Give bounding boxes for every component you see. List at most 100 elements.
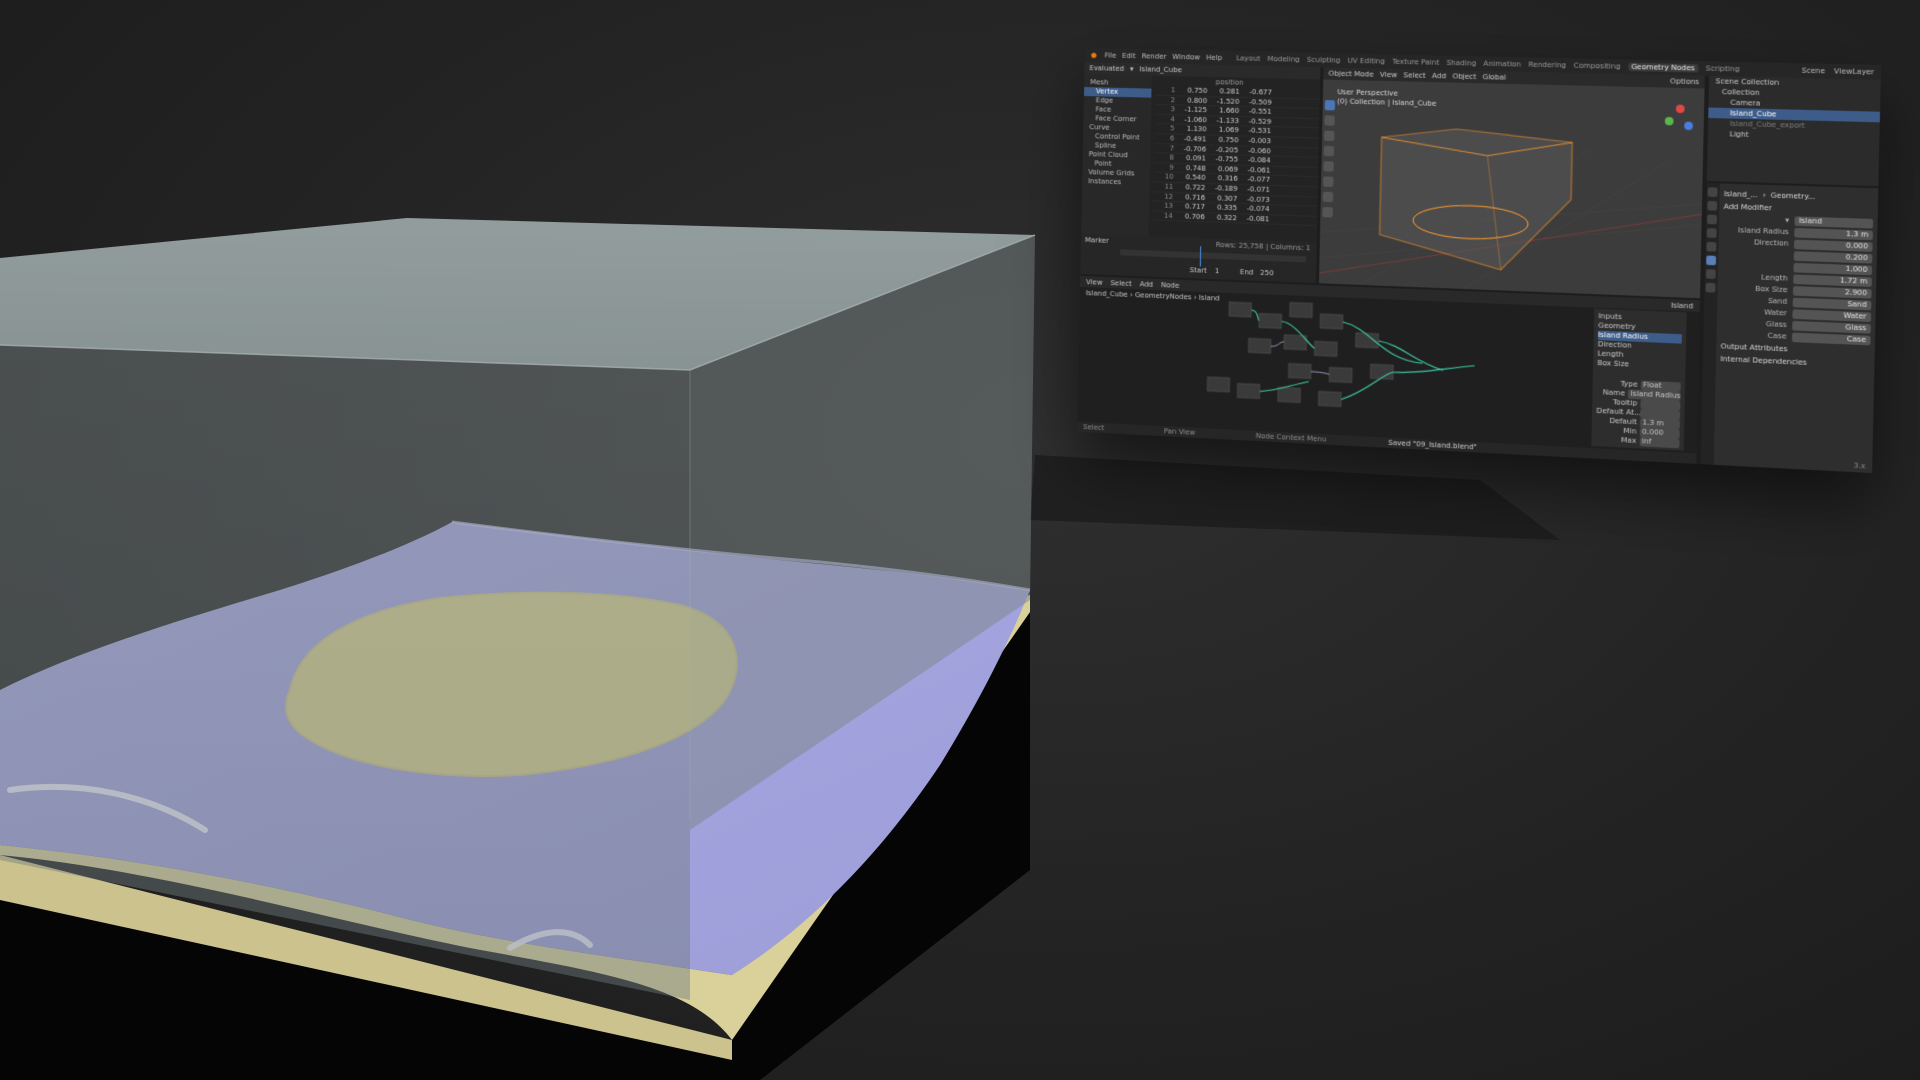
row-index: 4 (1170, 115, 1175, 124)
tab-shading[interactable]: Shading (1446, 59, 1476, 68)
data-tree-item-instances[interactable]: Instances (1082, 177, 1149, 188)
3d-viewport[interactable]: User Perspective (0) Collection | Island… (1318, 79, 1705, 299)
timeline-marker[interactable]: Marker (1085, 236, 1109, 245)
tab-texture-paint[interactable]: Texture Paint (1392, 58, 1439, 67)
table-cell: 0.748 (1185, 163, 1206, 173)
transform-orientation[interactable]: Global (1482, 73, 1506, 82)
menu-render[interactable]: Render (1142, 52, 1167, 61)
table-cell: 0.335 (1216, 203, 1238, 213)
row-index: 11 (1164, 182, 1174, 191)
viewport-options[interactable]: Options (1670, 77, 1699, 86)
tab-layout[interactable]: Layout (1236, 54, 1260, 63)
row-index: 14 (1163, 211, 1173, 220)
geometry-node-editor[interactable]: View Select Add Node Island Island_Cube … (1077, 275, 1700, 464)
viewport-menu-view[interactable]: View (1380, 71, 1397, 80)
table-cell: 1.660 (1218, 106, 1240, 116)
properties-editor: Island_... › Geometry... Add Modifier ▾ … (1700, 183, 1879, 474)
transform-tool-icon[interactable] (1323, 176, 1334, 187)
table-cell: 0.722 (1185, 183, 1206, 192)
properties-modifier-type: Geometry... (1770, 191, 1816, 202)
end-frame-value[interactable]: 250 (1260, 269, 1274, 278)
table-cell: -0.077 (1247, 175, 1271, 185)
table-cell: -0.081 (1246, 214, 1270, 224)
table-cell: -0.509 (1248, 97, 1272, 107)
evaluated-toggle[interactable]: Evaluated (1089, 64, 1124, 73)
physics-tab-icon[interactable] (1705, 269, 1716, 279)
object-mode-dropdown[interactable]: Object Mode (1328, 69, 1373, 78)
status-select: Select (1083, 422, 1105, 433)
scene-tab-icon[interactable] (1706, 228, 1717, 238)
blender-version: 3.x (1853, 461, 1866, 471)
property-label: Direction (1753, 238, 1789, 248)
tab-rendering[interactable]: Rendering (1528, 61, 1566, 70)
table-cell: -0.677 (1249, 87, 1273, 97)
row-index: 7 (1169, 144, 1175, 153)
panel-shadow (1030, 455, 1560, 540)
table-cell: 0.716 (1185, 192, 1206, 202)
table-cell: 0.750 (1187, 86, 1208, 96)
blender-logo-icon[interactable]: ● (1091, 51, 1097, 59)
table-cell: 0.307 (1217, 193, 1238, 203)
table-cell: 0.281 (1219, 87, 1240, 96)
start-frame-value[interactable]: 1 (1215, 267, 1220, 275)
menu-help[interactable]: Help (1206, 54, 1222, 62)
viewport-menu-select[interactable]: Select (1403, 71, 1426, 80)
tab-animation[interactable]: Animation (1483, 60, 1521, 69)
menu-file[interactable]: File (1105, 51, 1117, 59)
table-cell: 0.750 (1218, 135, 1239, 145)
table-cell: 0.800 (1187, 96, 1208, 105)
group-inputs-panel: Inputs Geometry Island Radius Direction Leng… (1591, 308, 1687, 451)
end-frame-label: End (1239, 268, 1254, 277)
table-cell: -0.551 (1248, 107, 1272, 117)
viewport-menu-add[interactable]: Add (1432, 72, 1446, 81)
table-cell: -0.491 (1183, 134, 1207, 144)
material-tab-icon[interactable] (1705, 282, 1716, 293)
timeline-bar[interactable] (1120, 249, 1307, 263)
blender-window-panel: ● File Edit Render Window Help Layout Modelin… (1077, 48, 1882, 474)
row-index: 12 (1164, 192, 1174, 201)
move-tool-icon[interactable] (1324, 130, 1335, 142)
table-cell: 0.706 (1184, 212, 1205, 221)
table-cell: 0.316 (1217, 174, 1238, 184)
cursor-tool-icon[interactable] (1324, 115, 1335, 126)
row-index: 3 (1170, 105, 1176, 114)
viewport-menu-object[interactable]: Object (1452, 72, 1476, 81)
view-layer-selector[interactable]: ViewLayer (1834, 67, 1874, 76)
select-tool-icon[interactable] (1324, 99, 1336, 111)
menu-edit[interactable]: Edit (1122, 52, 1136, 60)
spreadsheet-status: Rows: 25,758 | Columns: 1 (1215, 240, 1311, 253)
table-cell: -0.205 (1215, 145, 1239, 155)
scene-selector[interactable]: Scene (1802, 66, 1826, 75)
socket-property-value[interactable]: inf (1639, 436, 1680, 449)
rotate-tool-icon[interactable] (1323, 145, 1335, 157)
start-frame-label: Start (1189, 266, 1207, 275)
annotate-tool-icon[interactable] (1322, 191, 1334, 203)
spreadsheet-object[interactable]: Island_Cube (1139, 65, 1181, 74)
table-cell: 1.130 (1186, 125, 1207, 134)
table-cell: -0.074 (1246, 204, 1270, 214)
scale-tool-icon[interactable] (1323, 161, 1334, 172)
menu-window[interactable]: Window (1172, 53, 1200, 62)
modifier-tab-icon[interactable] (1706, 255, 1717, 266)
selected-cube-wireframe (1379, 127, 1573, 272)
tab-modeling[interactable]: Modeling (1267, 55, 1300, 64)
row-index: 6 (1169, 134, 1175, 143)
object-tab-icon[interactable] (1706, 241, 1717, 252)
render-tab-icon[interactable] (1707, 200, 1718, 211)
tab-sculpting[interactable]: Sculpting (1307, 56, 1341, 65)
main-menu: File Edit Render Window Help (1105, 51, 1229, 62)
navigation-gizmo (1664, 104, 1693, 131)
tab-scripting[interactable]: Scripting (1706, 64, 1740, 73)
outliner: Scene Collection Collection Camera Island_C… (1706, 75, 1881, 187)
properties-object-name: Island_... (1723, 189, 1758, 200)
tab-uv-editing[interactable]: UV Editing (1347, 57, 1385, 66)
table-cell: -0.189 (1214, 184, 1238, 193)
tool-tab-icon[interactable] (1707, 187, 1718, 198)
viewport-info: User Perspective (0) Collection | Island… (1337, 88, 1437, 109)
tab-compositing[interactable]: Compositing (1574, 62, 1621, 71)
output-tab-icon[interactable] (1707, 214, 1717, 225)
tab-geometry-nodes[interactable]: Geometry Nodes (1627, 62, 1699, 73)
timeline-playhead[interactable] (1199, 246, 1202, 267)
measure-tool-icon[interactable] (1322, 206, 1333, 218)
table-cell: -0.061 (1247, 165, 1271, 175)
